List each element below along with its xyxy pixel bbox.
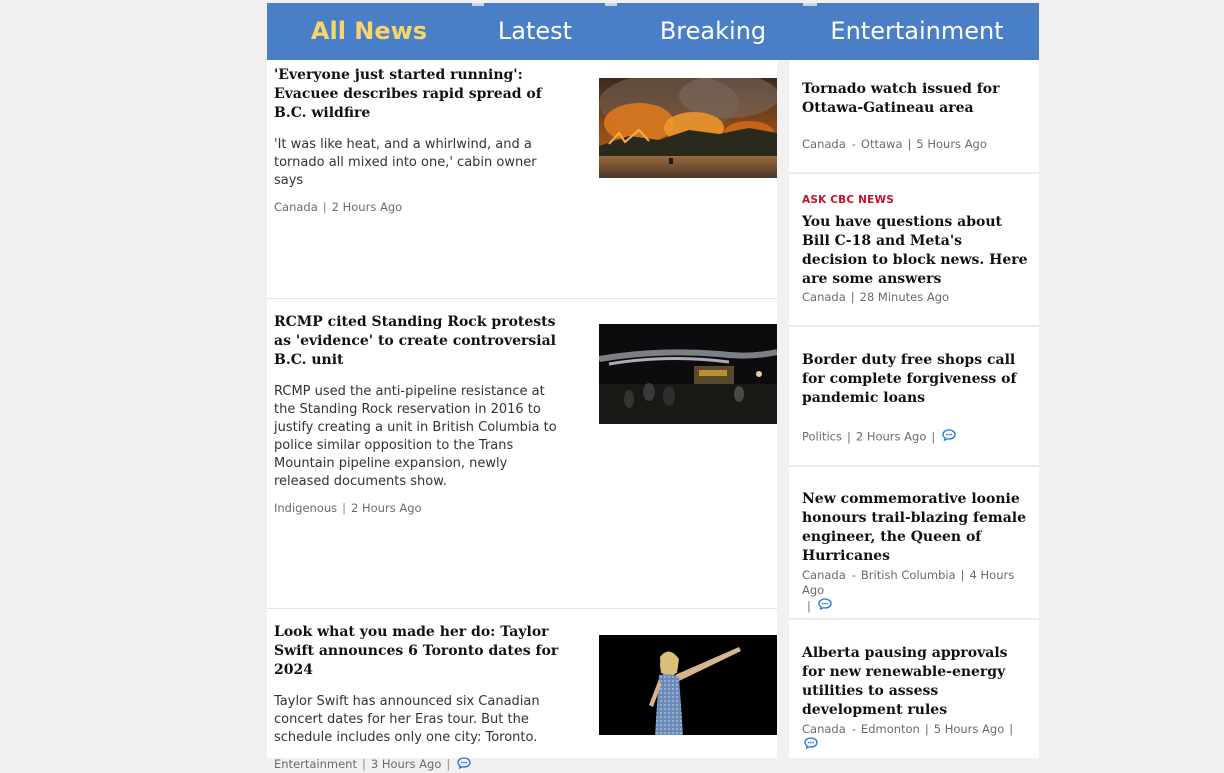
section-link[interactable]: Politics: [802, 430, 842, 444]
story-deck: RCMP used the anti-pipeline resistance a…: [274, 384, 557, 489]
story-card[interactable]: Look what you made her do: Taylor Swift …: [267, 609, 777, 771]
story-meta: Entertainment | 3 Hours Ago |: [274, 756, 574, 773]
story-meta: Canada | 2 Hours Ago: [274, 200, 403, 214]
story-headline[interactable]: New commemorative loonie honours trail-b…: [802, 490, 1030, 566]
section-link[interactable]: Entertainment: [274, 757, 357, 771]
timestamp: 5 Hours Ago: [933, 722, 1005, 736]
timestamp: 3 Hours Ago: [370, 757, 442, 771]
story-headline[interactable]: 'Everyone just started running': Evacuee…: [274, 66, 574, 123]
side-story-card[interactable]: Alberta pausing approvals for new renewa…: [789, 620, 1039, 758]
section-link[interactable]: Canada: [802, 722, 846, 736]
subsection-link[interactable]: Edmonton: [861, 722, 920, 736]
section-link[interactable]: Canada: [274, 200, 318, 214]
side-story-card[interactable]: New commemorative loonie honours trail-b…: [789, 467, 1039, 620]
story-headline[interactable]: Alberta pausing approvals for new renewa…: [802, 644, 1030, 720]
story-meta: Canada - Ottawa | 5 Hours Ago: [802, 137, 987, 151]
subsection-link[interactable]: British Columbia: [861, 568, 956, 582]
side-story-card[interactable]: Border duty free shops call for complete…: [789, 327, 1039, 467]
standing-rock-photo[interactable]: [599, 324, 777, 424]
taylor-swift-photo[interactable]: [599, 635, 777, 735]
timestamp: 5 Hours Ago: [916, 137, 987, 151]
section-link[interactable]: Canada: [802, 290, 846, 304]
main-story-list: 'Everyone just started running': Evacuee…: [267, 60, 777, 771]
story-deck: 'It was like heat, and a whirlwind, and …: [274, 137, 537, 188]
section-link[interactable]: Indigenous: [274, 501, 337, 515]
story-meta: Politics | 2 Hours Ago |: [802, 429, 1030, 445]
story-deck: Taylor Swift has announced six Canadian …: [274, 694, 540, 745]
side-story-card[interactable]: ASK CBC NEWS You have questions about Bi…: [789, 174, 1039, 327]
side-story-list: Tornado watch issued for Ottawa-Gatineau…: [789, 60, 1039, 758]
story-meta: Canada | 28 Minutes Ago: [802, 290, 950, 304]
story-headline[interactable]: You have questions about Bill C-18 and M…: [802, 213, 1030, 289]
story-meta: Indigenous | 2 Hours Ago: [274, 501, 422, 515]
story-headline[interactable]: Look what you made her do: Taylor Swift …: [274, 623, 574, 680]
tab-all-news[interactable]: All News: [267, 3, 471, 60]
tab-entertainment[interactable]: Entertainment: [815, 3, 1019, 60]
tab-bar: All News Latest Breaking Entertainment: [267, 3, 1039, 60]
story-card[interactable]: RCMP cited Standing Rock protests as 'ev…: [267, 299, 777, 609]
timestamp: 2 Hours Ago: [855, 429, 927, 444]
section-link[interactable]: Canada: [802, 568, 846, 582]
comment-icon[interactable]: [818, 598, 832, 614]
section-link[interactable]: Canada: [802, 137, 846, 151]
wildfire-photo[interactable]: [599, 78, 777, 178]
comment-icon[interactable]: [804, 737, 818, 753]
timestamp: 28 Minutes Ago: [859, 290, 950, 304]
story-meta: Canada - British Columbia | 4 Hours Ago |: [802, 568, 1015, 614]
news-app: All News Latest Breaking Entertainment '…: [267, 3, 1039, 771]
timestamp: 2 Hours Ago: [331, 200, 403, 214]
comment-icon[interactable]: [942, 429, 956, 445]
story-headline[interactable]: Border duty free shops call for complete…: [802, 351, 1030, 408]
timestamp: 2 Hours Ago: [351, 501, 422, 515]
story-headline[interactable]: RCMP cited Standing Rock protests as 'ev…: [274, 313, 574, 370]
side-story-card[interactable]: Tornado watch issued for Ottawa-Gatineau…: [789, 60, 1039, 174]
story-headline[interactable]: Tornado watch issued for Ottawa-Gatineau…: [802, 80, 1030, 118]
story-card[interactable]: 'Everyone just started running': Evacuee…: [267, 60, 777, 299]
subsection-link[interactable]: Ottawa: [861, 137, 903, 151]
tab-breaking[interactable]: Breaking: [617, 3, 809, 60]
comment-icon[interactable]: [457, 756, 471, 773]
tab-latest[interactable]: Latest: [467, 3, 603, 60]
story-meta: Canada - Edmonton | 5 Hours Ago |: [802, 722, 1030, 753]
eyebrow-label[interactable]: ASK CBC NEWS: [802, 194, 1030, 206]
